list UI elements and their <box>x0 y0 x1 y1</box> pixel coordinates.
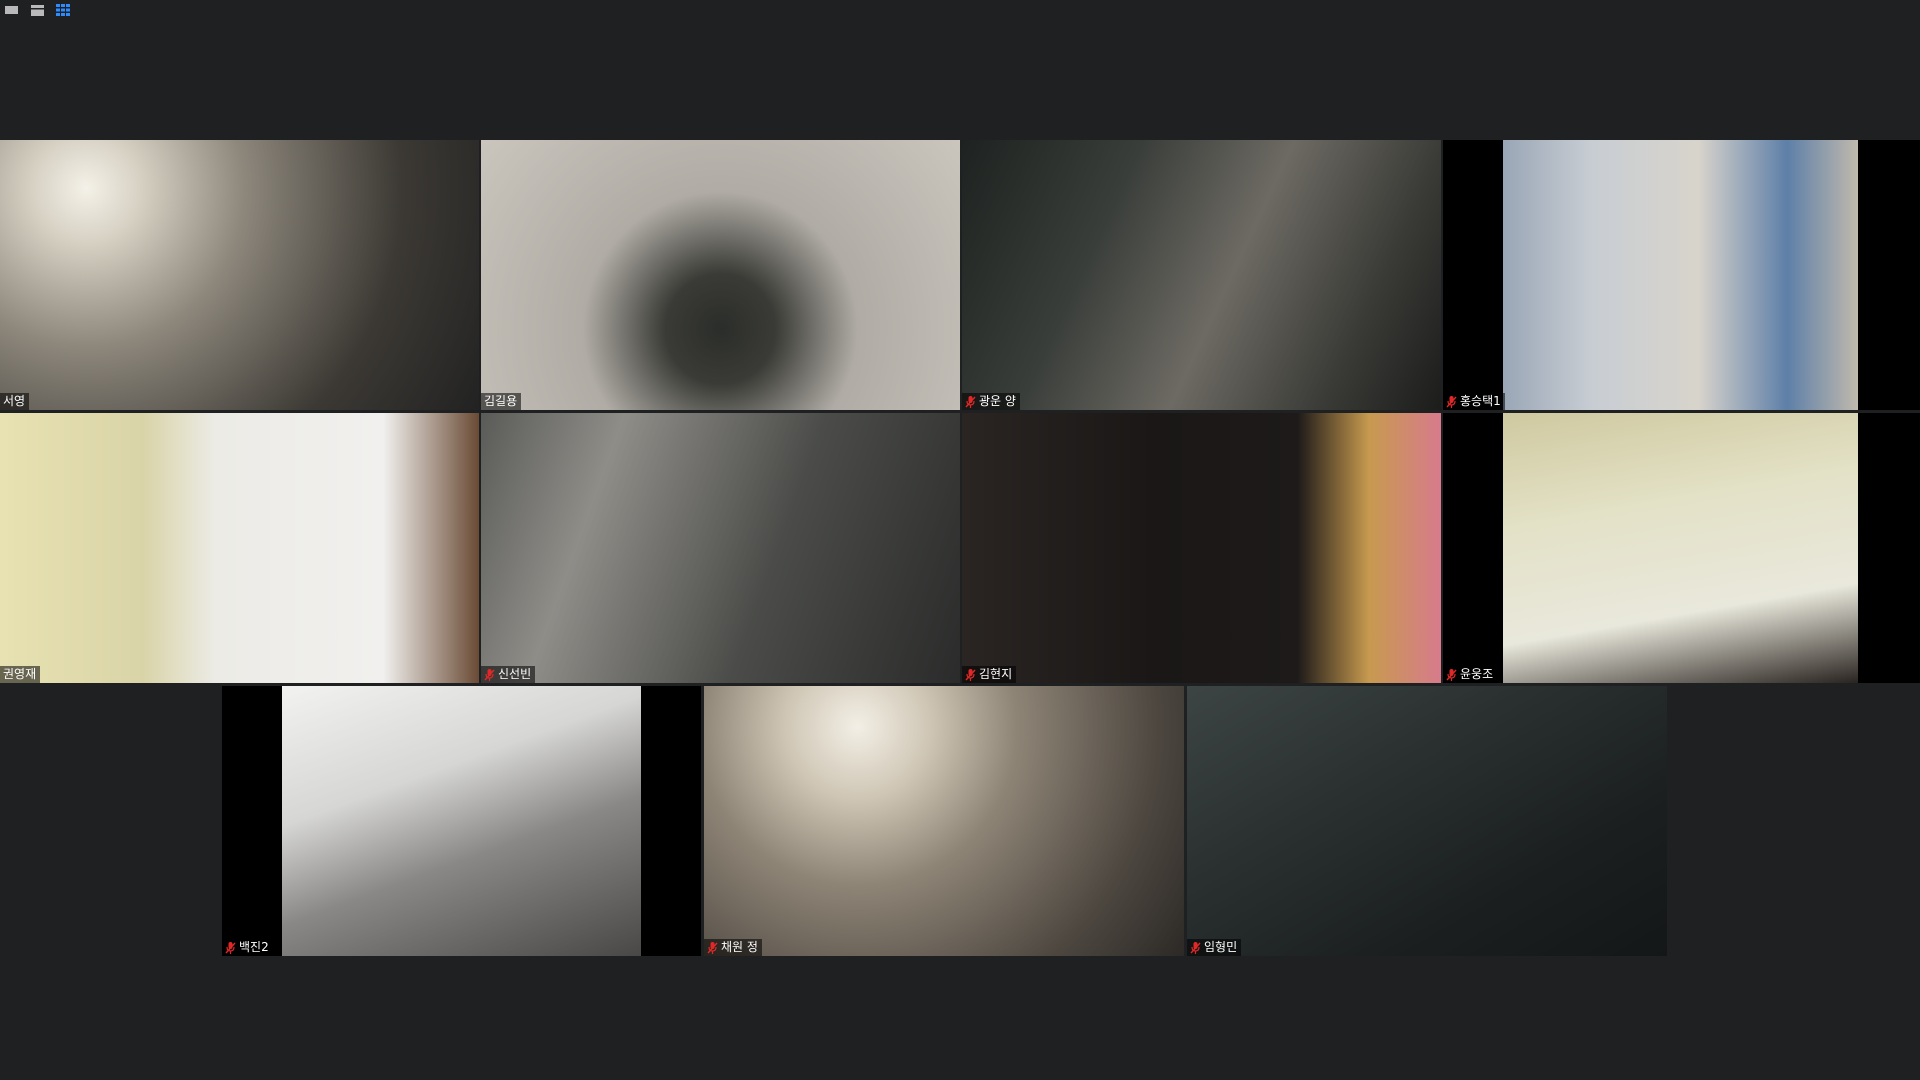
video-feed <box>962 413 1441 683</box>
mic-muted-icon <box>707 941 718 954</box>
mic-muted-icon <box>1446 668 1457 681</box>
mic-muted-icon <box>1446 395 1457 408</box>
mic-muted-icon <box>225 941 236 954</box>
participant-name: 권영재 <box>3 667 37 681</box>
video-feed <box>282 686 641 956</box>
participant-tile[interactable]: 권영재 <box>0 413 479 683</box>
participant-tile[interactable]: 김현지 <box>962 413 1441 683</box>
video-feed <box>0 413 479 683</box>
participant-name: 백진2 <box>239 940 269 954</box>
gallery-row: 서영 김길용 광운 양 홍승택1 <box>0 140 1920 412</box>
participant-tile[interactable]: 윤웅조 <box>1443 413 1920 683</box>
participant-name: 임형민 <box>1204 940 1238 954</box>
participant-name: 광운 양 <box>979 394 1016 408</box>
participant-tile[interactable]: 홍승택1 <box>1443 140 1920 410</box>
participant-nametag: 권영재 <box>0 666 41 683</box>
participant-tile[interactable]: 광운 양 <box>962 140 1441 410</box>
participant-name: 채원 정 <box>721 940 758 954</box>
gallery-view-icon[interactable] <box>56 4 70 16</box>
participant-nametag: 김현지 <box>962 666 1017 683</box>
participant-nametag: 신선빈 <box>481 666 536 683</box>
participant-name: 홍승택1 <box>1460 394 1501 408</box>
participant-name: 서영 <box>3 394 26 408</box>
video-feed <box>962 140 1441 410</box>
strip-view-icon[interactable] <box>30 4 44 16</box>
participant-nametag: 백진2 <box>222 939 273 956</box>
gallery-row: 권영재 신선빈 김현지 윤웅조 <box>0 413 1920 685</box>
video-feed <box>1187 686 1667 956</box>
video-feed <box>1503 413 1858 683</box>
speaker-view-icon[interactable] <box>4 4 18 16</box>
participant-tile[interactable]: 김길용 <box>481 140 960 410</box>
participant-name: 신선빈 <box>498 667 532 681</box>
video-feed <box>704 686 1184 956</box>
participant-nametag: 임형민 <box>1187 939 1242 956</box>
participant-nametag: 광운 양 <box>962 393 1020 410</box>
participant-tile[interactable]: 채원 정 <box>704 686 1184 956</box>
mic-muted-icon <box>484 668 495 681</box>
view-switcher <box>0 0 70 20</box>
mic-muted-icon <box>965 395 976 408</box>
mic-muted-icon <box>1190 941 1201 954</box>
participant-nametag: 홍승택1 <box>1443 393 1505 410</box>
participant-tile[interactable]: 서영 <box>0 140 479 410</box>
participant-name: 윤웅조 <box>1460 667 1494 681</box>
mic-muted-icon <box>965 668 976 681</box>
participant-nametag: 윤웅조 <box>1443 666 1498 683</box>
participant-name: 김길용 <box>484 394 518 408</box>
participant-tile[interactable]: 임형민 <box>1187 686 1667 956</box>
participant-nametag: 김길용 <box>481 393 522 410</box>
video-feed <box>1503 140 1858 410</box>
video-feed <box>481 413 960 683</box>
participant-nametag: 채원 정 <box>704 939 762 956</box>
gallery-row: 백진2 채원 정 임형민 <box>0 686 1920 958</box>
participant-name: 김현지 <box>979 667 1013 681</box>
video-feed <box>481 140 960 410</box>
gallery-grid: 서영 김길용 광운 양 홍승택1 권영재 신선빈 김현지 윤웅조 백진2 채원 … <box>0 140 1920 960</box>
participant-nametag: 서영 <box>0 393 30 410</box>
video-feed <box>0 140 479 410</box>
participant-tile[interactable]: 백진2 <box>222 686 701 956</box>
participant-tile[interactable]: 신선빈 <box>481 413 960 683</box>
